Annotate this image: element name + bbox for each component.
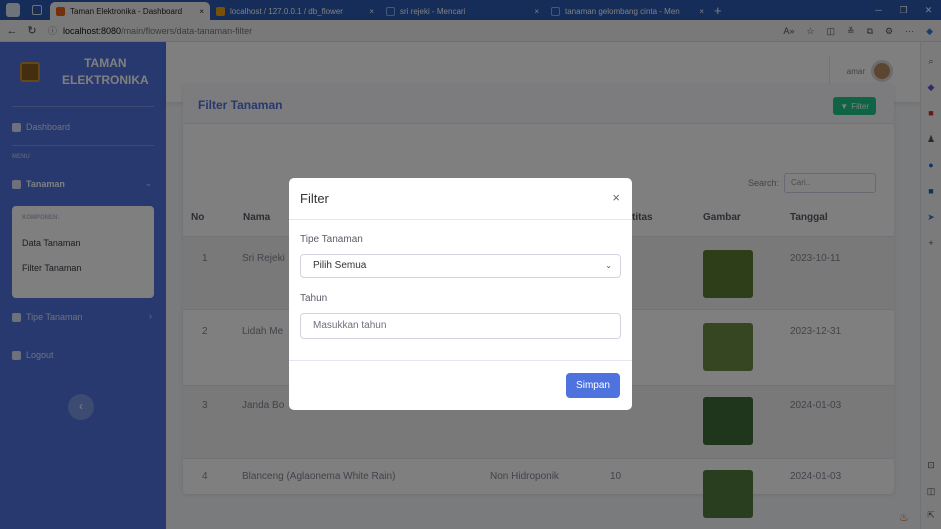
tahun-label: Tahun <box>300 293 328 304</box>
chevron-down-icon: ⌄ <box>605 261 612 270</box>
save-button[interactable]: Simpan <box>566 373 620 398</box>
screen: Taman Elektronika - Dashboard × localhos… <box>0 0 941 529</box>
modal-close-icon[interactable]: × <box>612 190 620 205</box>
tahun-input[interactable]: Masukkan tahun <box>300 313 621 339</box>
modal-title: Filter <box>300 191 329 206</box>
tipe-tanaman-select[interactable]: Pilih Semua ⌄ <box>300 254 621 278</box>
select-value: Pilih Semua <box>313 260 367 271</box>
modal-footer-divider <box>289 360 632 361</box>
modal-header-divider <box>289 219 632 220</box>
filter-modal: Filter × Tipe Tanaman Pilih Semua ⌄ Tahu… <box>289 178 632 410</box>
tipe-tanaman-label: Tipe Tanaman <box>300 234 363 245</box>
